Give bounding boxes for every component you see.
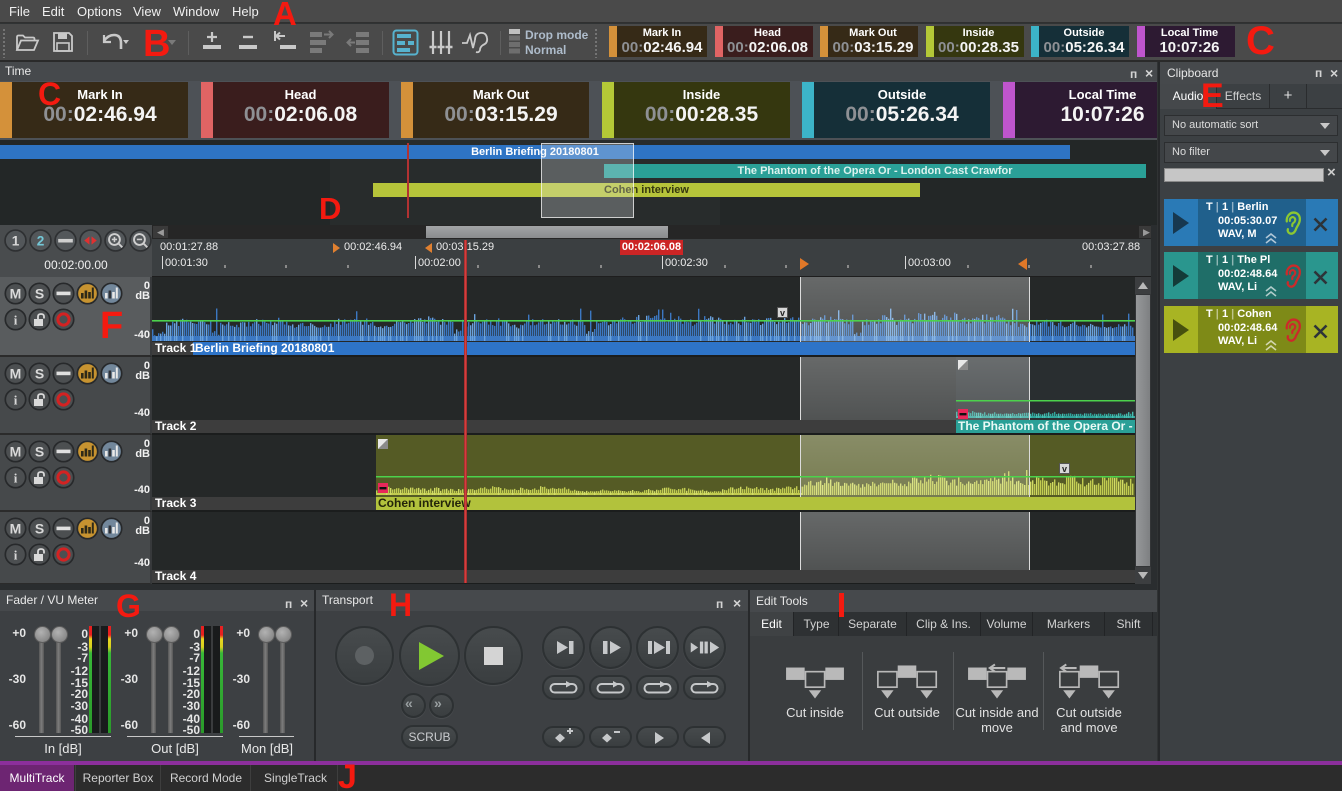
svg-text:S: S [35, 286, 44, 302]
svg-text:M: M [10, 444, 22, 460]
svg-text:S: S [35, 366, 44, 382]
svg-text:S: S [35, 444, 44, 460]
svg-text:S: S [35, 521, 44, 537]
svg-text:2: 2 [37, 234, 45, 249]
svg-text:i: i [14, 313, 18, 328]
svg-text:1: 1 [12, 234, 20, 249]
svg-text:M: M [10, 286, 22, 302]
svg-text:M: M [10, 366, 22, 382]
svg-text:i: i [14, 471, 18, 486]
svg-text:M: M [10, 521, 22, 537]
svg-text:i: i [14, 548, 18, 563]
svg-text:i: i [14, 393, 18, 408]
